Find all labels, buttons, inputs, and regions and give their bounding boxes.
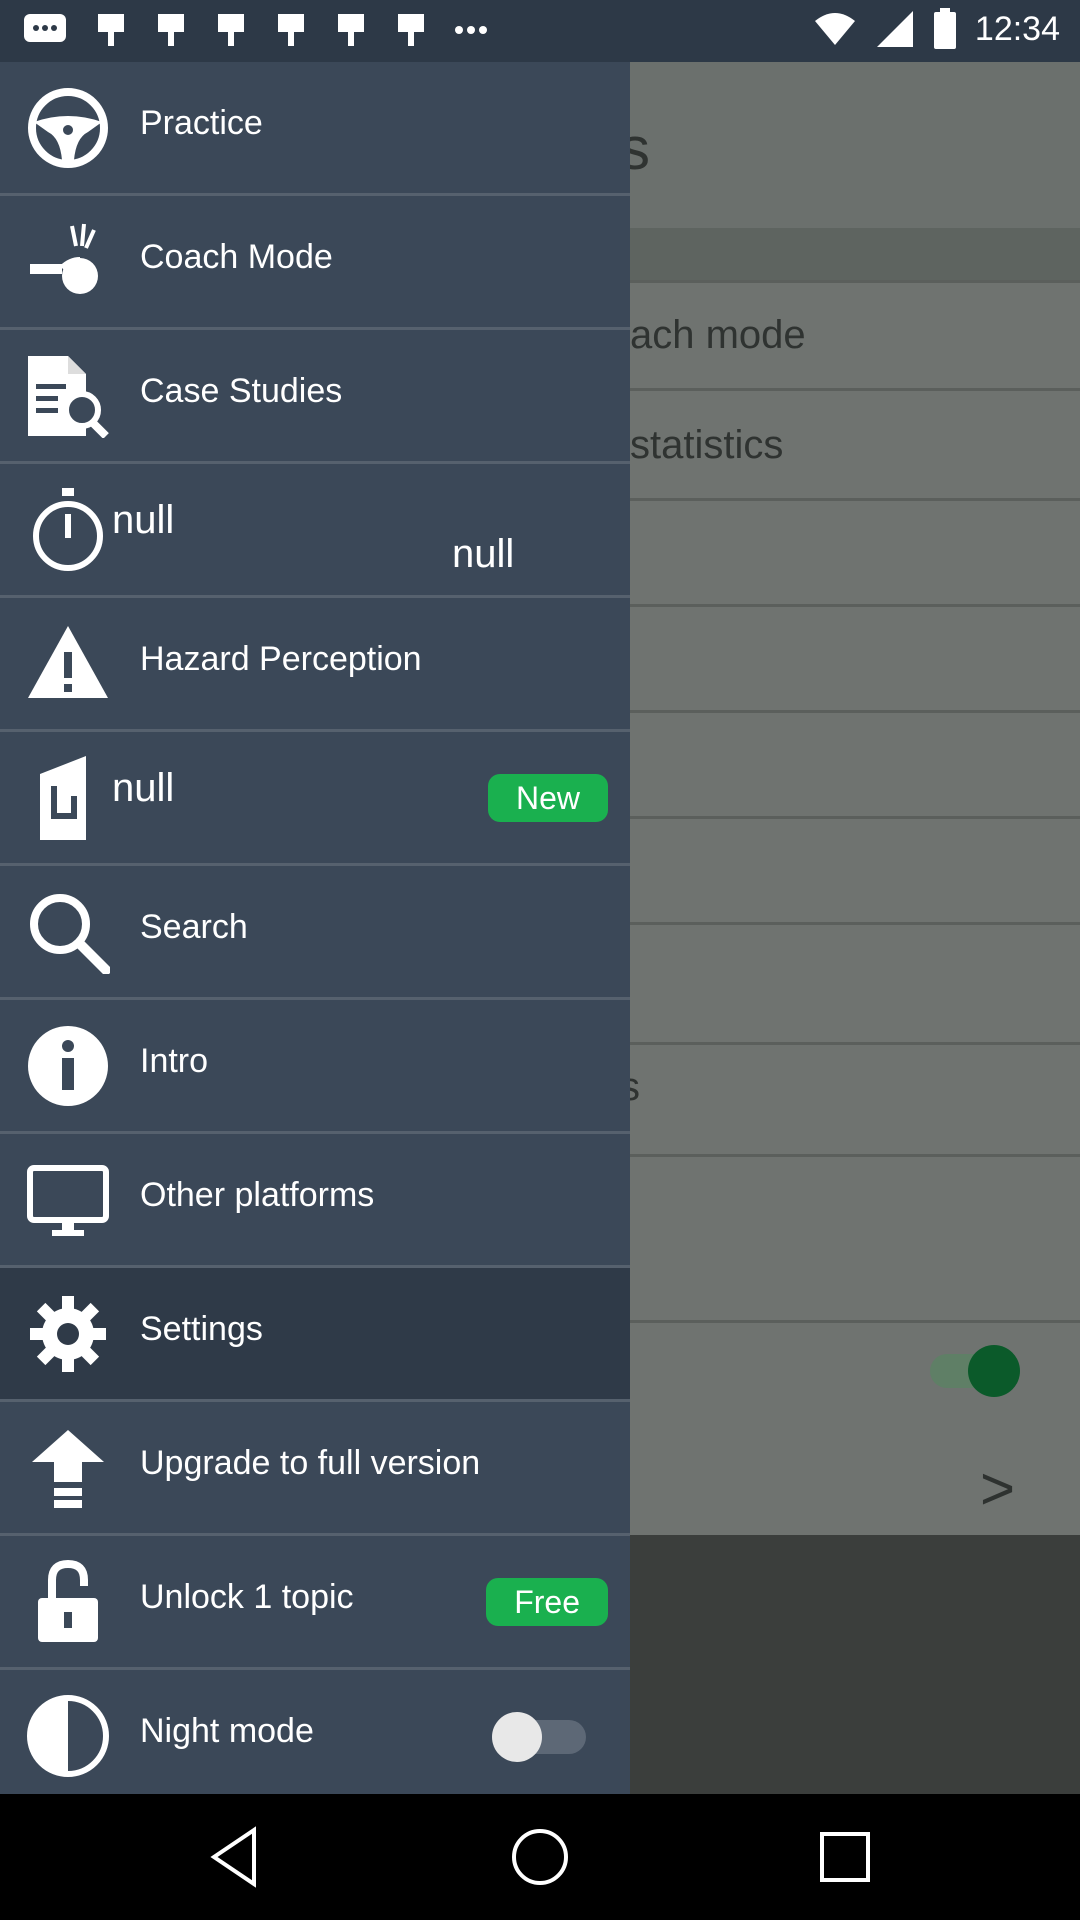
drawer-item-intro[interactable]: Intro: [0, 1000, 630, 1134]
drawer-item-null-stopwatch[interactable]: null null: [0, 464, 630, 598]
night-mode-toggle-knob[interactable]: [492, 1712, 542, 1762]
new-badge: New: [487, 774, 608, 822]
navigation-drawer: Practice Coach Mode Case Studies null nu…: [0, 62, 630, 1794]
notification-icon: [218, 14, 244, 46]
drawer-item-hazard-perception[interactable]: Hazard Perception: [0, 598, 630, 732]
drawer-item-other-platforms[interactable]: Other platforms: [0, 1134, 630, 1268]
navigation-bar: [0, 1794, 1080, 1920]
messages-icon: [24, 14, 66, 42]
recents-icon[interactable]: [810, 1822, 880, 1892]
arrow-up-icon: [32, 1430, 104, 1508]
drawer-item-label: Practice: [140, 104, 263, 142]
free-badge: Free: [486, 1578, 608, 1626]
wifi-icon: [814, 13, 855, 45]
drawer-item-upgrade[interactable]: Upgrade to full version: [0, 1402, 630, 1536]
notification-icon: [398, 14, 424, 46]
chevron-right-icon: >: [980, 1455, 1016, 1522]
signal-icon: [876, 11, 913, 47]
drawer-item-label: Hazard Perception: [140, 640, 422, 678]
background-toggle-knob: [968, 1345, 1020, 1397]
background-title-fragment: s: [620, 115, 650, 182]
drawer-item-case-studies[interactable]: Case Studies: [0, 330, 630, 464]
document-search-icon: [28, 356, 109, 438]
road-sign-icon: [40, 756, 86, 840]
notification-icon: [278, 14, 304, 46]
status-time: 12:34: [974, 9, 1060, 48]
drawer-item-label: Night mode: [140, 1712, 314, 1750]
notification-icon: [98, 14, 124, 46]
steering-wheel-icon: [28, 88, 108, 168]
monitor-icon: [27, 1165, 109, 1236]
back-icon[interactable]: [200, 1822, 270, 1892]
drawer-item-label: Upgrade to full version: [140, 1444, 481, 1482]
status-bar-notifications: [22, 10, 488, 50]
background-row-text: statistics: [630, 423, 784, 467]
gear-icon: [30, 1296, 106, 1372]
warning-icon: [28, 626, 108, 698]
drawer-item-null-new[interactable]: null New: [0, 732, 630, 866]
stopwatch-icon: [33, 488, 103, 571]
drawer-item-label: Other platforms: [140, 1176, 375, 1214]
drawer-item-label: null: [112, 766, 175, 810]
info-icon: [28, 1026, 108, 1106]
home-icon[interactable]: [505, 1822, 575, 1892]
drawer-item-search[interactable]: Search: [0, 866, 630, 1000]
notification-icon: [158, 14, 184, 46]
background-row-text: ach mode: [630, 313, 806, 357]
status-bar-system: 12:34: [813, 8, 1060, 50]
drawer-item-night-mode[interactable]: Night mode: [0, 1670, 630, 1804]
unlock-icon: [38, 1560, 98, 1642]
drawer-item-label: Intro: [140, 1042, 209, 1080]
drawer-item-sublabel: null: [452, 532, 515, 576]
half-circle-icon: [27, 1695, 109, 1777]
search-icon: [30, 894, 110, 974]
drawer-item-coach-mode[interactable]: Coach Mode: [0, 196, 630, 330]
battery-icon: [933, 8, 956, 49]
more-dots-icon: [455, 26, 487, 34]
status-bar: 12:34: [0, 0, 1080, 62]
notification-icon: [338, 14, 364, 46]
drawer-item-label: Unlock 1 topic: [140, 1578, 354, 1616]
drawer-item-unlock-topic[interactable]: Unlock 1 topic Free: [0, 1536, 630, 1670]
coach-whistle-icon: [30, 223, 98, 294]
drawer-item-label: Coach Mode: [140, 238, 333, 276]
drawer-item-settings[interactable]: Settings: [0, 1268, 630, 1402]
drawer-item-label: null: [112, 498, 175, 542]
drawer-item-label: Case Studies: [140, 372, 343, 410]
drawer-item-label: Search: [140, 908, 248, 946]
drawer-item-label: Settings: [140, 1310, 263, 1348]
drawer-item-practice[interactable]: Practice: [0, 62, 630, 196]
